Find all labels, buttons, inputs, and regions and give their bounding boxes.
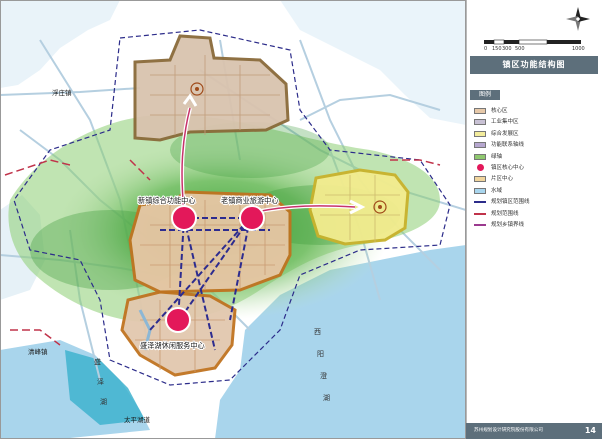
footer-org: 苏州规划设计研究院股份有限公司: [474, 428, 543, 433]
legend-item: 绿轴: [474, 152, 594, 163]
new-town-center-label: 新镇综合功能中心: [138, 196, 196, 205]
scale-label: 300: [502, 46, 512, 52]
legend-label: 工业集中区: [491, 119, 519, 126]
legend-swatch: [474, 119, 486, 126]
legend-swatch: [474, 153, 486, 160]
legend-swatch: [477, 163, 484, 171]
legend-swatch: [474, 212, 486, 215]
legend-item: 规划镇区范围线: [474, 197, 594, 208]
xiyang-lake-char-3: 澄: [320, 371, 327, 380]
legend-label: 核心区: [491, 108, 508, 114]
shenghu-lake-char-3: 湖: [100, 397, 107, 406]
legend-swatch: [474, 176, 486, 183]
shenghu-lake-char-1: 盛: [94, 357, 101, 366]
legend-item: 镇区核心中心: [474, 163, 594, 174]
footer-bar: 苏州规划设计研究院股份有限公司 14: [466, 423, 602, 439]
map-page: 新镇综合功能中心 老镇商业旅游中心 盛泽湖休闲服务中心 浮庄镇 清峰镇 太平湖道…: [0, 0, 602, 439]
map-canvas[interactable]: 新镇综合功能中心 老镇商业旅游中心 盛泽湖休闲服务中心 浮庄镇 清峰镇 太平湖道…: [0, 0, 466, 439]
legend-item: 综合发展区: [474, 129, 594, 140]
legend-swatch: [474, 142, 486, 149]
legend-label: 综合发展区: [491, 130, 519, 137]
legend-label: 规划乡镇界线: [491, 221, 525, 228]
page-number: 14: [584, 426, 596, 435]
core-zone: [128, 190, 292, 294]
old-town-center-label: 老镇商业旅游中心: [221, 196, 279, 205]
legend-label: 绿轴: [491, 153, 503, 160]
scale-label: 0: [484, 46, 488, 52]
legend-label: 规划范围线: [491, 210, 519, 217]
legend-label: 片区中心: [491, 176, 514, 183]
legend-item: 规划范围线: [474, 209, 594, 220]
legend-swatch: [474, 187, 486, 194]
scale-labels: 0 150 300 500 1000: [484, 46, 588, 53]
lakeside-center-marker: [165, 307, 191, 333]
old-town-center-marker: [239, 205, 265, 231]
legend-label: 水域: [491, 187, 503, 194]
legend-item: 工业集中区: [474, 117, 594, 128]
legend-swatch: [474, 223, 486, 226]
legend-swatch: [474, 201, 486, 204]
place-taiping: 太平湖道: [124, 415, 151, 424]
xiyang-lake-char-2: 阳: [317, 349, 324, 358]
xiyang-lake-char-4: 湖: [323, 393, 330, 402]
legend-label: 功能联系轴线: [491, 142, 525, 149]
scale-label: 1000: [572, 46, 585, 52]
legend-label: 规划镇区范围线: [491, 199, 530, 206]
legend-swatch: [474, 130, 486, 137]
legend-label: 镇区核心中心: [491, 164, 525, 171]
legend-item: 规划乡镇界线: [474, 220, 594, 231]
place-qingfeng: 清峰镇: [28, 347, 48, 356]
new-town-center-marker: [171, 205, 197, 231]
legend-item: 片区中心: [474, 174, 594, 185]
map-title: 镇区功能结构图: [470, 56, 598, 74]
north-arrow-icon: [566, 7, 590, 31]
legend-item: 水域: [474, 186, 594, 197]
xiyang-lake-char-1: 西: [314, 328, 321, 336]
place-puzhuang: 浮庄镇: [52, 88, 72, 97]
legend-title: 图例: [470, 90, 500, 100]
legend-swatch: [474, 108, 486, 114]
legend-list: 核心区工业集中区综合发展区功能联系轴线 绿轴镇区核心中心 片区中心水域规划镇区范围线…: [474, 106, 594, 231]
lakeside-center-label: 盛泽湖休闲服务中心: [140, 341, 205, 350]
legend-item: 功能联系轴线: [474, 140, 594, 151]
legend-item: 核心区: [474, 106, 594, 117]
scale-label: 500: [515, 46, 525, 52]
shenghu-lake-char-2: 泽: [97, 378, 104, 386]
scale-label: 150: [492, 46, 502, 52]
